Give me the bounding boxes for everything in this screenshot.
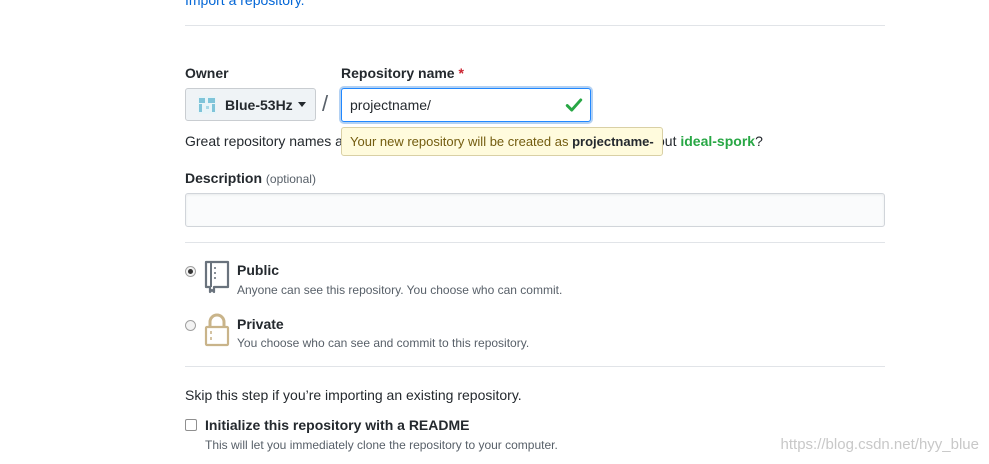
readme-checkbox[interactable]: [185, 419, 197, 431]
private-radio[interactable]: [185, 320, 196, 331]
required-mark: *: [458, 65, 464, 81]
public-title: Public: [237, 262, 280, 278]
owner-avatar-icon: [198, 95, 216, 114]
divider-description: [185, 242, 885, 243]
repository-name-hint: Great repository names a: [185, 133, 343, 149]
owner-repo-separator: /: [322, 91, 329, 116]
import-repository-link[interactable]: Import a repository.: [185, 0, 305, 8]
private-description: You choose who can see and commit to thi…: [237, 336, 530, 350]
readme-label[interactable]: Initialize this repository with a README: [205, 417, 469, 433]
readme-description: This will let you immediately clone the …: [205, 438, 558, 452]
owner-select-button[interactable]: Blue-53Hz: [185, 88, 316, 121]
repository-name-tooltip: Your new repository will be created as p…: [341, 127, 663, 156]
repo-book-icon: [204, 260, 230, 294]
repository-name-input[interactable]: [341, 88, 591, 122]
lock-icon: [204, 313, 230, 347]
check-icon: [565, 98, 583, 112]
public-description: Anyone can see this repository. You choo…: [237, 283, 563, 297]
public-radio[interactable]: [185, 266, 196, 277]
chevron-down-icon: [297, 102, 306, 107]
description-label: Description (optional): [185, 170, 316, 186]
owner-label: Owner: [185, 65, 229, 81]
skip-step-text: Skip this step if you’re importing an ex…: [185, 387, 522, 403]
repository-name-suggestion: out ideal-spork?: [657, 133, 763, 149]
description-input[interactable]: [185, 193, 885, 227]
divider-top: [185, 25, 885, 26]
optional-hint: (optional): [265, 172, 316, 186]
suggested-name-link[interactable]: ideal-spork: [680, 133, 755, 149]
repository-name-label: Repository name *: [341, 65, 464, 81]
owner-name: Blue-53Hz: [225, 96, 293, 113]
private-title: Private: [237, 316, 284, 332]
tooltip-repo-name: projectname-: [572, 134, 654, 149]
divider-visibility: [185, 366, 885, 367]
watermark-text: https://blog.csdn.net/hyy_blue: [780, 436, 979, 453]
